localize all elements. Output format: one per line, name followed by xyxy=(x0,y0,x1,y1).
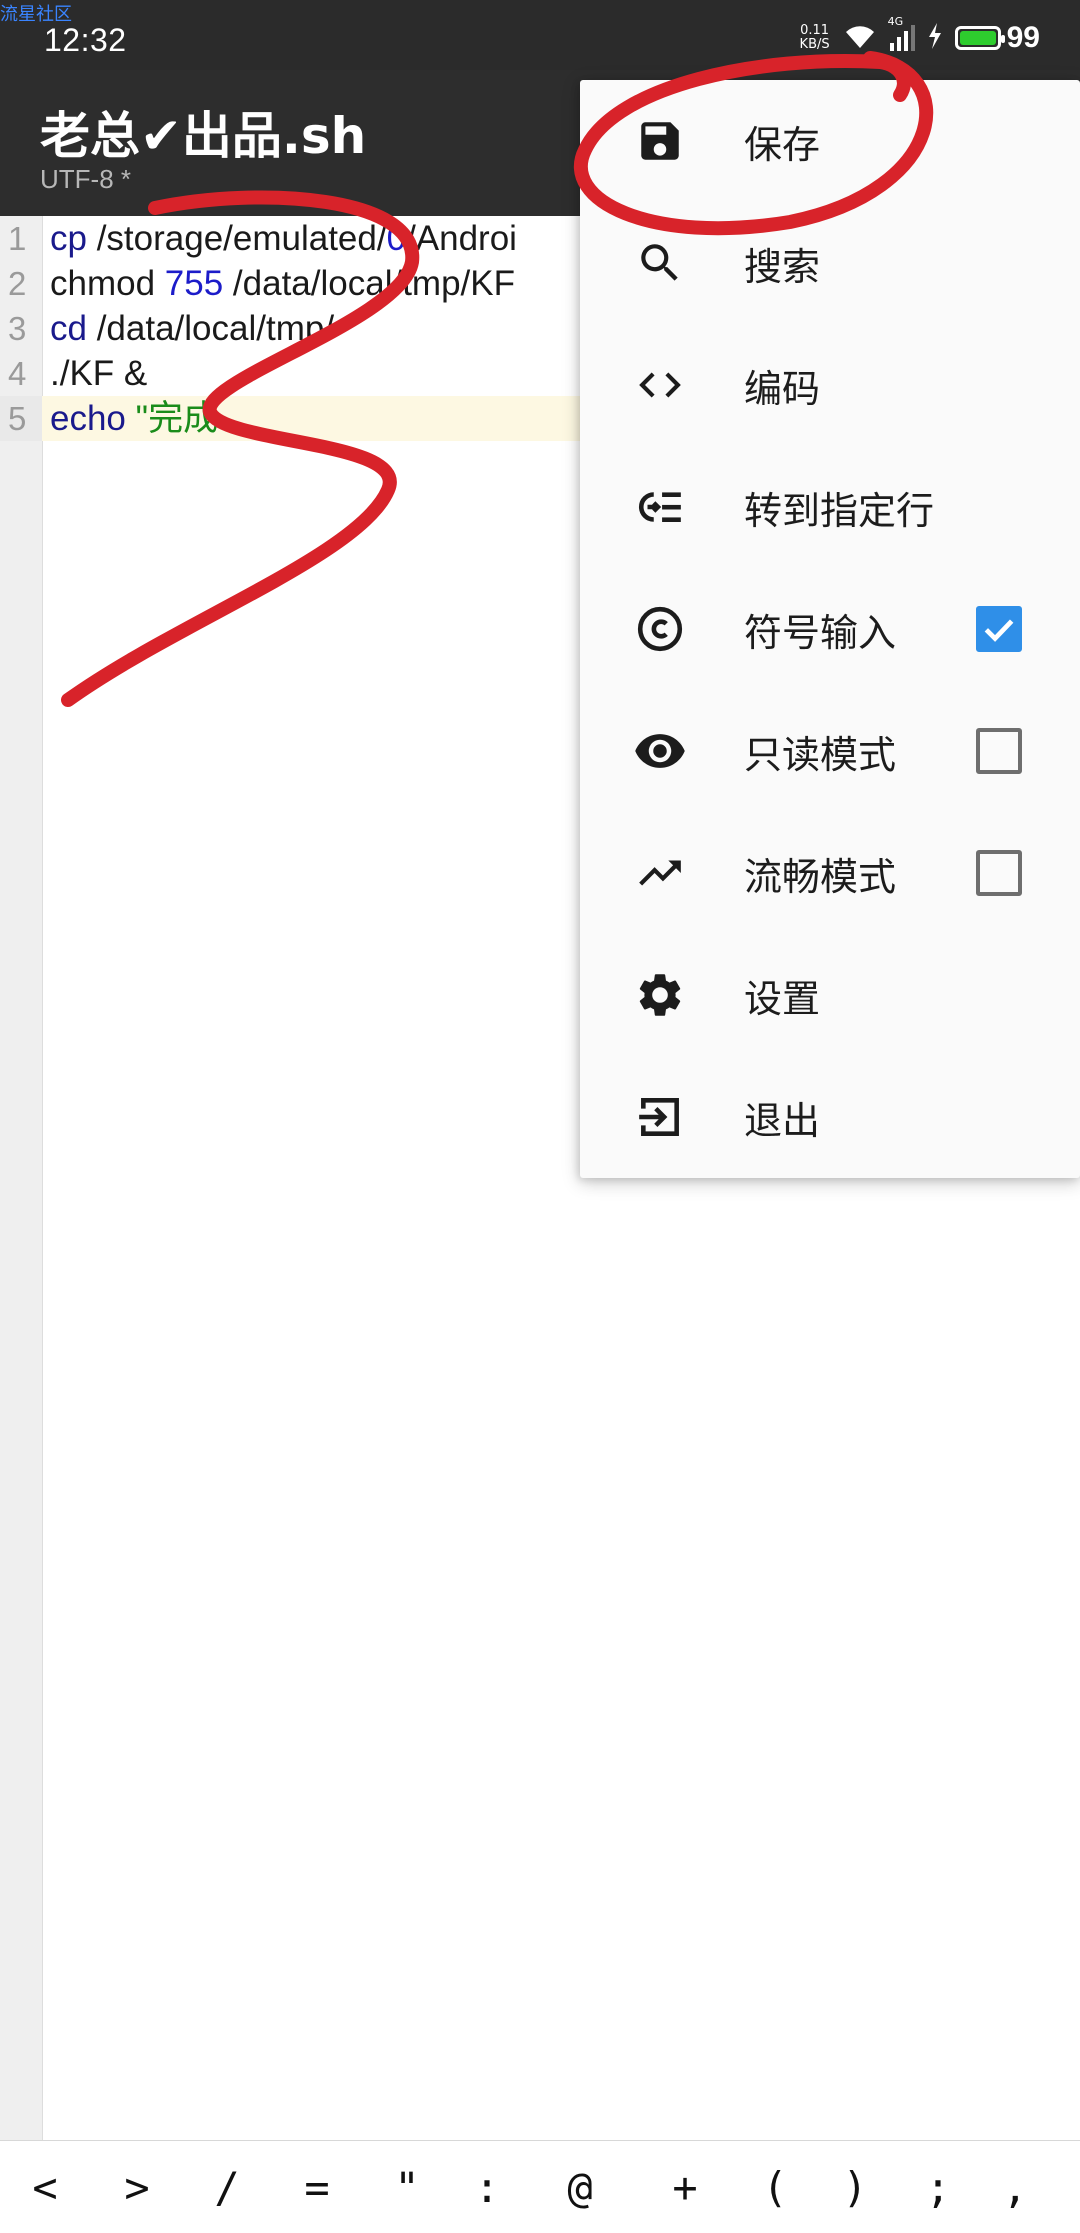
symbol-key[interactable]: @ xyxy=(550,2141,610,2233)
file-encoding-status: UTF-8 * xyxy=(40,164,131,194)
read-only-checkbox[interactable] xyxy=(976,728,1022,774)
search-icon xyxy=(632,235,688,291)
line-number: 5 xyxy=(8,400,27,437)
status-icons: 0.11 KB/S 4G 99 xyxy=(800,15,1040,56)
menu-item-encoding[interactable]: 编码 xyxy=(580,324,1080,446)
menu-label: 设置 xyxy=(744,976,821,1021)
symbol-key[interactable]: > xyxy=(107,2141,167,2233)
symbol-input-checkbox[interactable] xyxy=(976,606,1022,652)
menu-label: 保存 xyxy=(744,122,821,167)
code-text: ./KF & xyxy=(50,354,148,393)
menu-item-smooth-mode[interactable]: 流畅模式 xyxy=(580,812,1080,934)
line-number-gutter xyxy=(0,216,43,2140)
status-bar: 流星社区 12:32 0.11 KB/S 4G 99 xyxy=(0,0,1080,70)
menu-label: 只读模式 xyxy=(744,732,897,777)
menu-item-read-only[interactable]: 只读模式 xyxy=(580,690,1080,812)
symbol-key[interactable]: + xyxy=(655,2141,715,2233)
menu-label: 符号输入 xyxy=(744,610,897,655)
wifi-icon xyxy=(842,22,878,54)
symbol-key[interactable]: ( xyxy=(745,2141,805,2233)
menu-label: 转到指定行 xyxy=(744,488,935,533)
eye-icon xyxy=(632,723,688,779)
copyright-icon xyxy=(632,601,688,657)
code-text: chmod 755 /data/local/tmp/KF xyxy=(50,264,515,303)
menu-label: 编码 xyxy=(744,366,821,411)
menu-item-search[interactable]: 搜索 xyxy=(580,202,1080,324)
symbol-key[interactable]: " xyxy=(377,2141,437,2233)
network-speed-unit: KB/S xyxy=(799,37,830,52)
symbol-key[interactable]: , xyxy=(985,2141,1045,2233)
menu-item-save[interactable]: 保存 xyxy=(580,80,1080,202)
menu-item-symbol-input[interactable]: 符号输入 xyxy=(580,568,1080,690)
menu-label: 流畅模式 xyxy=(744,854,897,899)
code-text: cd /data/local/tmp/ xyxy=(50,309,335,348)
status-time: 12:32 xyxy=(44,22,127,58)
line-number: 1 xyxy=(8,220,27,257)
menu-label: 搜索 xyxy=(744,244,821,289)
symbol-key[interactable]: = xyxy=(287,2141,347,2233)
trending-up-icon xyxy=(632,845,688,901)
battery-percent: 99 xyxy=(1006,21,1040,54)
symbol-key[interactable]: ) xyxy=(825,2141,885,2233)
line-number: 3 xyxy=(8,310,27,347)
code-text: cp /storage/emulated/0/Androi xyxy=(50,219,517,258)
network-type-label: 4G xyxy=(887,15,904,28)
floppy-disk-icon xyxy=(632,113,688,169)
symbol-key[interactable]: / xyxy=(197,2141,257,2233)
symbol-key[interactable]: < xyxy=(15,2141,75,2233)
menu-label: 退出 xyxy=(744,1098,821,1143)
line-number: 4 xyxy=(8,355,27,392)
smooth-mode-checkbox[interactable] xyxy=(976,850,1022,896)
symbol-key[interactable]: : xyxy=(457,2141,517,2233)
symbol-input-bar: < > / = " : @ + ( ) ; , xyxy=(0,2140,1080,2233)
line-number: 2 xyxy=(8,265,27,302)
charging-icon xyxy=(927,23,943,53)
battery-indicator: 99 xyxy=(954,21,1040,55)
network-speed: 0.11 KB/S xyxy=(800,24,830,52)
exit-icon xyxy=(632,1089,688,1145)
menu-item-settings[interactable]: 设置 xyxy=(580,934,1080,1056)
signal-icon: 4G xyxy=(888,15,915,51)
symbol-key[interactable]: ; xyxy=(908,2141,968,2233)
network-speed-value: 0.11 xyxy=(800,23,830,38)
code-icon xyxy=(632,357,688,413)
gear-icon xyxy=(632,967,688,1023)
code-text: echo "完成 xyxy=(50,399,219,438)
battery-icon xyxy=(954,26,1005,50)
menu-item-goto-line[interactable]: 转到指定行 xyxy=(580,446,1080,568)
goto-line-icon xyxy=(632,479,688,535)
menu-item-exit[interactable]: 退出 xyxy=(580,1056,1080,1178)
overflow-menu: 保存 搜索 编码 转到指定行 符号输入 只读模式 流畅模式 设置 退出 xyxy=(580,80,1080,1178)
file-title: 老总✔出品.sh xyxy=(40,107,367,165)
